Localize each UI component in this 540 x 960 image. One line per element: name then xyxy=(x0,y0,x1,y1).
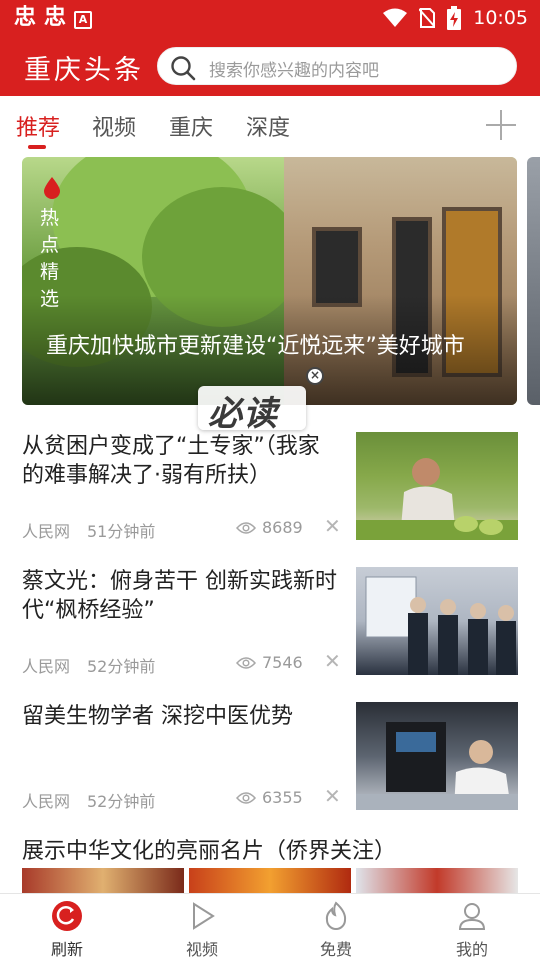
tab-depth[interactable]: 深度 xyxy=(246,110,290,142)
banner-title: 重庆加快城市更新建设“近悦远来”美好城市 xyxy=(46,334,465,359)
nav-refresh-label: 刷新 xyxy=(50,940,83,959)
hot-tag: 热点精选 xyxy=(40,207,60,310)
nav-mine[interactable]: 我的 xyxy=(432,900,512,960)
news-time: 52分钟前 xyxy=(87,657,156,676)
clock: 10:05 xyxy=(473,7,528,29)
tab-recommend[interactable]: 推荐 xyxy=(16,110,60,142)
eye-icon xyxy=(236,791,256,804)
thumbnail-art xyxy=(365,576,516,675)
view-count: 6355 xyxy=(236,788,303,807)
search-bar[interactable]: 搜索你感兴趣的内容吧 xyxy=(157,47,517,85)
no-sim-icon xyxy=(419,8,436,28)
news-headline: 从贫困户变成了“土专家”（我家的难事解决了·弱有所扶） xyxy=(22,434,320,488)
close-icon[interactable]: × xyxy=(306,367,324,385)
refresh-icon xyxy=(52,901,82,931)
status-bar: 忠 忠 A 10:05 xyxy=(0,0,540,36)
app-notification-icon: 忠 xyxy=(14,5,37,30)
news-source: 人民网 xyxy=(22,792,71,811)
nav-refresh[interactable]: 刷新 xyxy=(27,900,107,960)
view-count: 8689 xyxy=(236,518,303,537)
dismiss-icon[interactable]: ✕ xyxy=(324,514,341,538)
eye-icon xyxy=(236,521,256,534)
add-channel-icon[interactable] xyxy=(486,110,516,140)
category-tabs: 推荐 视频 重庆 深度 xyxy=(0,96,540,152)
news-thumbnail xyxy=(356,432,518,540)
featured-banner[interactable]: 热点精选 重庆加快城市更新建设“近悦远来”美好城市 xyxy=(22,157,517,405)
news-time: 51分钟前 xyxy=(87,522,156,541)
news-source: 人民网 xyxy=(22,522,71,541)
nav-video-label: 视频 xyxy=(185,940,218,959)
thumbnail-art xyxy=(356,458,518,540)
news-source: 人民网 xyxy=(22,657,71,676)
app-header: 重庆头条 搜索你感兴趣的内容吧 xyxy=(0,36,540,96)
news-item[interactable]: 蔡文光：俯身苦干 创新实践新时代“枫桥经验” 人民网 52分钟前 7546 ✕ xyxy=(22,567,518,677)
next-banner-peek[interactable] xyxy=(527,157,540,405)
view-count-value: 8689 xyxy=(262,518,303,537)
news-time: 52分钟前 xyxy=(87,792,156,811)
news-headline: 留美生物学者 深挖中医优势 xyxy=(22,704,293,729)
nav-free[interactable]: 免费 xyxy=(296,900,376,960)
badge-label: 必读 xyxy=(208,394,278,434)
news-item[interactable]: 留美生物学者 深挖中医优势 人民网 52分钟前 6355 ✕ xyxy=(22,702,518,812)
bottom-nav: 刷新 视频 免费 我的 xyxy=(0,893,540,960)
view-count-value: 6355 xyxy=(262,788,303,807)
tab-video[interactable]: 视频 xyxy=(92,110,136,142)
wifi-icon xyxy=(383,8,408,27)
user-icon xyxy=(458,903,486,930)
search-icon xyxy=(171,56,196,81)
news-thumbnail xyxy=(356,702,518,810)
app-notification-icon: 忠 xyxy=(44,5,67,30)
nav-video[interactable]: 视频 xyxy=(162,900,242,960)
news-thumbnail-strip xyxy=(356,868,518,894)
hot-drop-icon xyxy=(44,177,60,199)
search-placeholder: 搜索你感兴趣的内容吧 xyxy=(209,61,379,81)
dismiss-icon[interactable]: ✕ xyxy=(324,649,341,673)
a-notification-icon: A xyxy=(74,10,93,29)
nav-free-label: 免费 xyxy=(319,940,352,959)
news-thumbnail xyxy=(356,567,518,675)
view-count-value: 7546 xyxy=(262,653,303,672)
news-thumbnail-strip xyxy=(189,868,351,894)
news-item[interactable]: 从贫困户变成了“土专家”（我家的难事解决了·弱有所扶） 人民网 51分钟前 86… xyxy=(22,432,518,542)
view-count: 7546 xyxy=(236,653,303,672)
brand-title: 重庆头条 xyxy=(24,55,144,86)
active-tab-indicator xyxy=(28,145,46,149)
top-bar: 忠 忠 A 10:05 重庆头条 搜索你感兴趣的内容吧 xyxy=(0,0,540,96)
thumbnail-art xyxy=(356,722,518,810)
must-read-badge[interactable]: 必读 xyxy=(198,380,310,434)
battery-charging-icon xyxy=(447,6,462,30)
nav-mine-label: 我的 xyxy=(455,940,488,959)
dismiss-icon[interactable]: ✕ xyxy=(324,784,341,808)
news-thumbnail-strip xyxy=(22,868,184,894)
tab-chongqing[interactable]: 重庆 xyxy=(169,110,213,142)
play-icon xyxy=(193,902,215,930)
news-headline-partial[interactable]: 展示中华文化的亮丽名片（侨界关注） xyxy=(22,837,396,866)
flame-icon xyxy=(325,901,347,930)
eye-icon xyxy=(236,656,256,669)
news-headline: 蔡文光：俯身苦干 创新实践新时代“枫桥经验” xyxy=(22,569,337,623)
